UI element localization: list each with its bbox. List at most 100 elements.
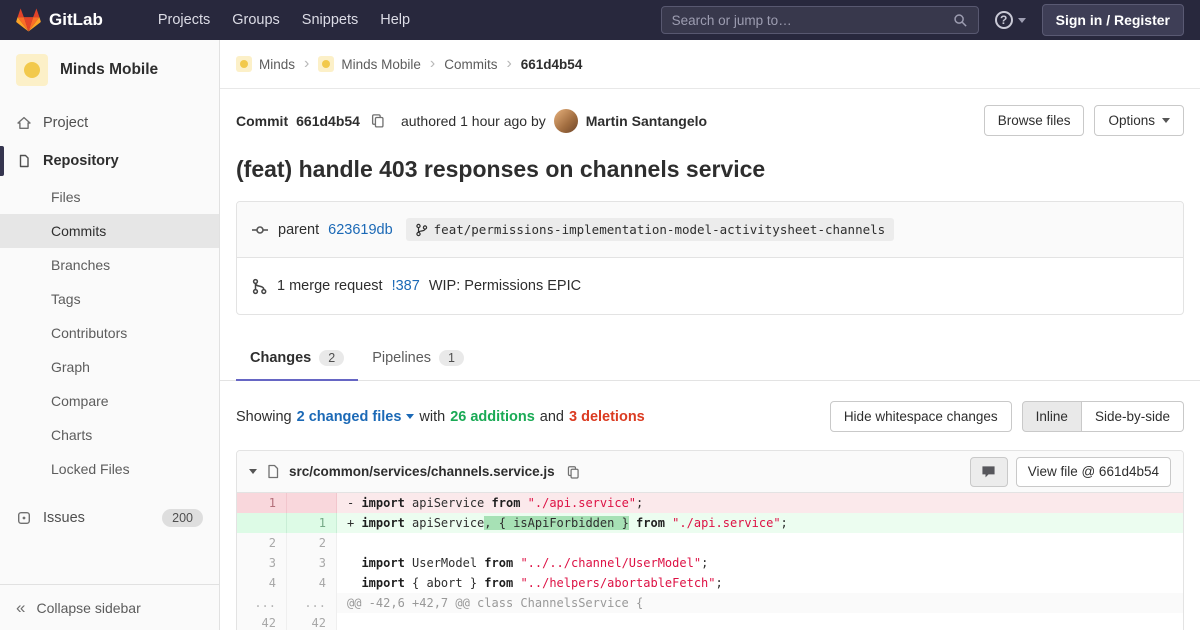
diff-new-line-number[interactable]: 2	[287, 533, 337, 553]
options-dropdown[interactable]: Options	[1094, 105, 1184, 136]
mr-title: WIP: Permissions EPIC	[428, 278, 582, 294]
search-icon	[953, 13, 967, 27]
mr-ref-link[interactable]: !387	[392, 278, 420, 294]
sidebar-item-project[interactable]: Project	[0, 104, 219, 142]
breadcrumb-minds[interactable]: Minds	[236, 56, 295, 72]
question-icon	[994, 11, 1013, 29]
diff-old-line-number[interactable]: 4	[237, 573, 287, 593]
diff-old-line-number[interactable]: 42	[237, 613, 287, 630]
sidebar-item-issues[interactable]: Issues 200	[0, 498, 219, 538]
diff-old-line-number[interactable]: 2	[237, 533, 287, 553]
parent-sha-link[interactable]: 623619db	[328, 222, 393, 238]
project-header[interactable]: Minds Mobile	[0, 40, 219, 100]
diff-line-code: import { abort } from "../helpers/aborta…	[361, 576, 723, 590]
changes-count-badge: 2	[319, 350, 345, 366]
chevron-down-icon	[1017, 17, 1026, 23]
sidebar-nav: Project Repository Files Commits Branches T…	[0, 100, 219, 584]
browse-files-button[interactable]: Browse files	[983, 105, 1085, 136]
nav-item-snippets[interactable]: Snippets	[291, 0, 369, 40]
collapse-diff-caret[interactable]	[249, 469, 257, 474]
issues-icon	[16, 510, 32, 526]
diff-new-line-number[interactable]: 1	[287, 513, 337, 533]
gitlab-logo[interactable]: GitLab	[16, 8, 103, 32]
help-menu[interactable]	[994, 11, 1026, 29]
breadcrumb-minds-mobile[interactable]: Minds Mobile	[318, 56, 421, 72]
diff-old-line-number[interactable]: 1	[237, 493, 287, 513]
author-avatar[interactable]	[553, 108, 578, 133]
repository-subnav: Files Commits Branches Tags Contributors Grap…	[0, 180, 219, 486]
diff-new-line-number[interactable]: ...	[287, 593, 337, 613]
repository-icon	[16, 153, 32, 169]
double-chevron-left-icon	[16, 599, 25, 616]
diff-new-line-number[interactable]: 42	[287, 613, 337, 630]
nav-item-help[interactable]: Help	[369, 0, 421, 40]
sidebar-item-branches[interactable]: Branches	[0, 248, 219, 282]
branch-ref-pill[interactable]: feat/permissions-implementation-model-ac…	[405, 218, 895, 241]
hide-whitespace-button[interactable]: Hide whitespace changes	[829, 401, 1012, 432]
search-input[interactable]	[671, 12, 953, 28]
search-box[interactable]	[660, 6, 979, 34]
diff-file-header: src/common/services/channels.service.js …	[237, 451, 1183, 493]
tab-pipelines[interactable]: Pipelines 1	[358, 337, 478, 381]
collapse-sidebar-button[interactable]: Collapse sidebar	[0, 584, 219, 630]
diff-line: ...... @@ -42,6 +42,7 @@ class ChannelsSe…	[237, 593, 1183, 613]
sidebar-item-compare[interactable]: Compare	[0, 384, 219, 418]
tab-changes[interactable]: Changes 2	[236, 337, 359, 381]
chevron-down-icon	[406, 414, 415, 419]
nav-item-groups[interactable]: Groups	[221, 0, 291, 40]
nav-item-projects[interactable]: Projects	[147, 0, 221, 40]
file-path-link[interactable]: src/common/services/channels.service.js	[289, 464, 555, 479]
breadcrumb-commits[interactable]: Commits	[444, 57, 497, 72]
authored-text: authored 1 hour ago by	[400, 112, 546, 129]
project-sidebar: Minds Mobile Project Repository Files Com…	[0, 40, 220, 630]
commit-sha: 661d4b54	[296, 112, 360, 129]
changed-files-dropdown[interactable]: 2 changed files	[297, 409, 415, 425]
sidebar-item-contributors[interactable]: Contributors	[0, 316, 219, 350]
diff-stats: Showing 2 changed files with 26 addition…	[236, 408, 645, 425]
project-mini-avatar	[318, 56, 335, 72]
sidebar-item-locked-files[interactable]: Locked Files	[0, 452, 219, 486]
diff-old-line-number[interactable]: 3	[237, 553, 287, 573]
diff-line-code	[337, 613, 1183, 630]
sidebar-item-files[interactable]: Files	[0, 180, 219, 214]
comment-bubble-icon	[982, 465, 995, 477]
diff-old-line-number[interactable]: ...	[237, 593, 287, 613]
commit-info-box: parent 623619db feat/permissions-impleme…	[236, 201, 1184, 315]
diff-new-line-number[interactable]: 3	[287, 553, 337, 573]
diff-line: 44 import { abort } from "../helpers/abo…	[237, 573, 1183, 593]
sidebar-item-repository[interactable]: Repository	[0, 142, 219, 180]
sidebar-item-commits[interactable]: Commits	[0, 214, 219, 248]
merge-request-icon	[252, 278, 267, 294]
copy-sha-button[interactable]	[368, 113, 387, 128]
project-name: Minds Mobile	[60, 61, 159, 78]
author-link[interactable]: Martin Santangelo	[586, 113, 707, 129]
pipelines-count-badge: 1	[439, 350, 464, 366]
navbar-right: Sign in / Register	[660, 4, 1184, 36]
chevron-right-icon	[430, 55, 435, 73]
parent-label: parent	[278, 221, 320, 238]
diff-old-line-number[interactable]	[237, 513, 287, 533]
copy-icon	[567, 465, 579, 479]
diff-table: 1- import apiService from "./api.service…	[237, 493, 1183, 630]
diff-header-actions: View file @ 661d4b54	[969, 456, 1171, 487]
sign-in-button[interactable]: Sign in / Register	[1041, 4, 1184, 36]
comment-toggle-button[interactable]	[969, 456, 1008, 487]
sidebar-item-graph[interactable]: Graph	[0, 350, 219, 384]
brand-text: GitLab	[49, 10, 103, 29]
main-content: Minds Minds Mobile Commits 661d4b54 Comm…	[220, 40, 1200, 630]
inline-toggle[interactable]: Inline	[1021, 401, 1082, 432]
sidebar-item-charts[interactable]: Charts	[0, 418, 219, 452]
sidebar-item-tags[interactable]: Tags	[0, 282, 219, 316]
commit-meta-row: Commit 661d4b54 authored 1 hour ago by M…	[220, 89, 1200, 136]
diff-line-code	[337, 533, 1183, 553]
additions-count: 26 additions	[450, 408, 535, 425]
diff-new-line-number[interactable]	[287, 493, 337, 513]
view-file-button[interactable]: View file @ 661d4b54	[1015, 456, 1171, 487]
commit-label: Commit	[236, 112, 289, 129]
file-icon	[268, 464, 279, 479]
copy-path-button[interactable]	[564, 465, 582, 479]
top-navbar: GitLab ProjectsGroupsSnippetsHelp Sign i…	[0, 0, 1200, 40]
side-by-side-toggle[interactable]: Side-by-side	[1081, 401, 1184, 432]
diff-line-code: - import apiService from "./api.service"…	[337, 493, 1183, 513]
diff-new-line-number[interactable]: 4	[287, 573, 337, 593]
